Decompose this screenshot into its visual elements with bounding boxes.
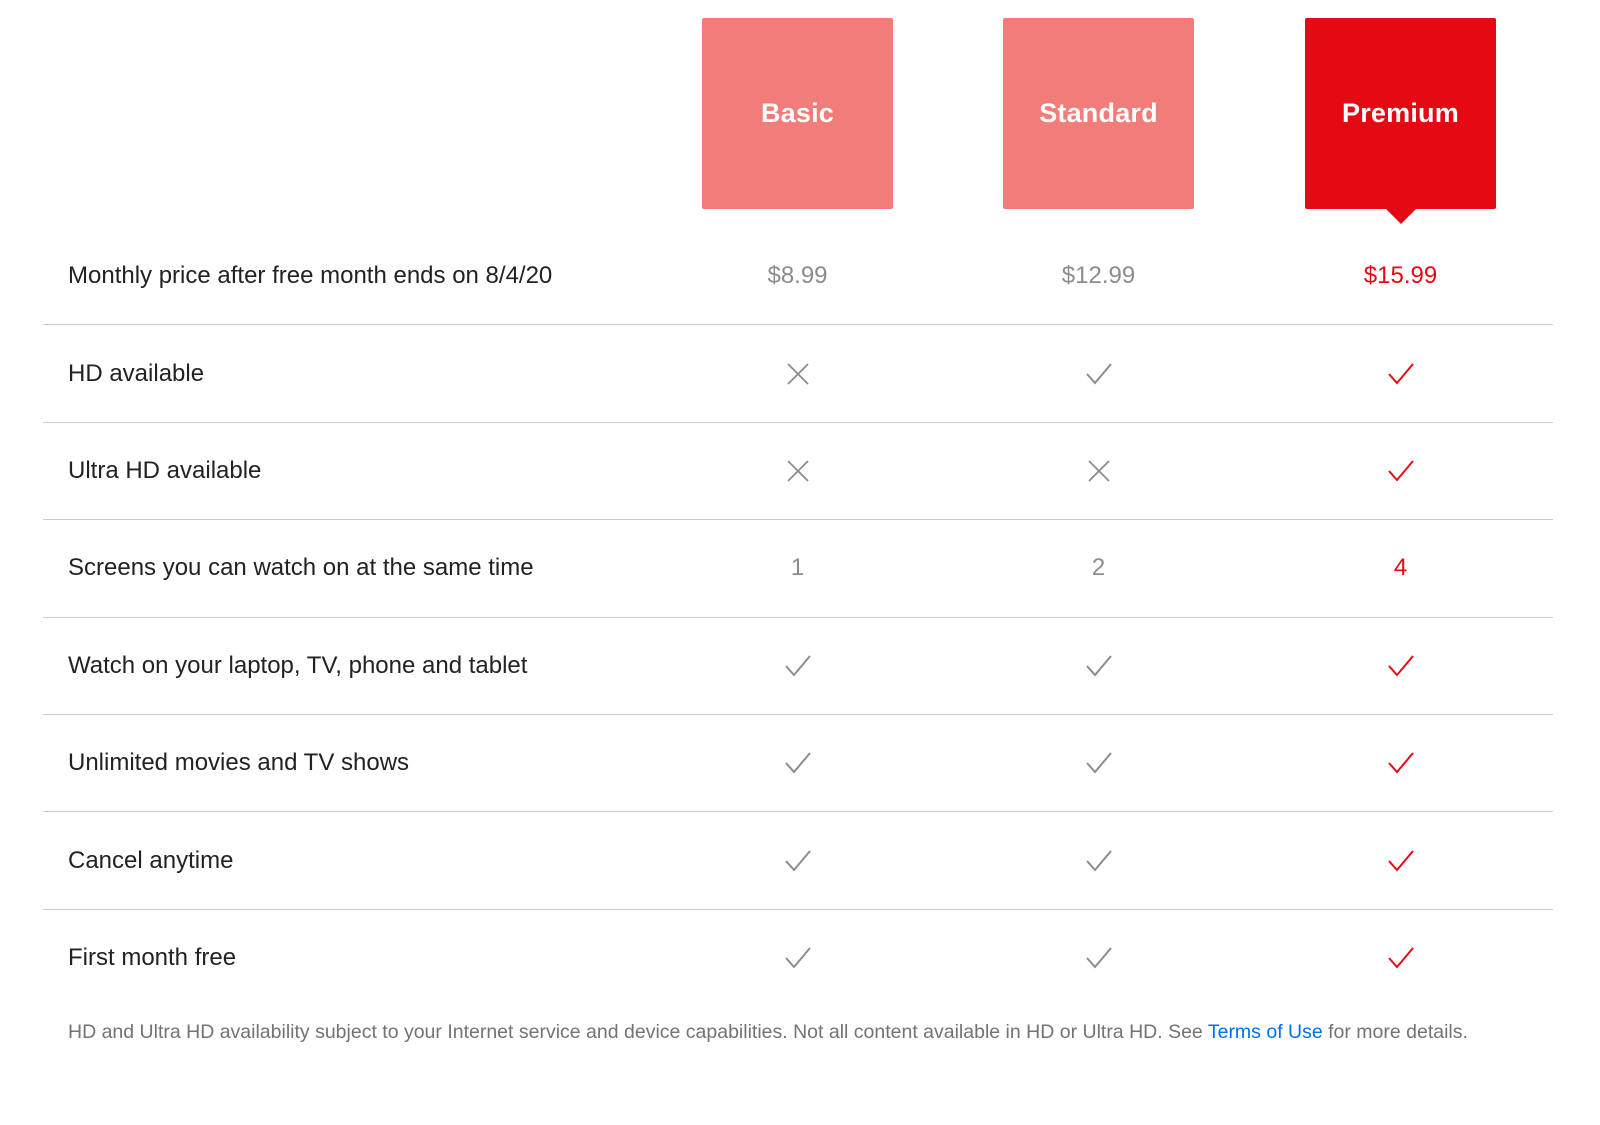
feature-row: HD available xyxy=(43,325,1553,423)
x-icon xyxy=(785,458,811,484)
check-icon xyxy=(1084,944,1114,972)
plan-name: Premium xyxy=(1342,98,1459,128)
plan-feature-cell xyxy=(1305,354,1496,394)
feature-row: Unlimited movies and TV shows xyxy=(43,715,1553,813)
plan-feature-cell xyxy=(702,646,893,686)
plan-value: $12.99 xyxy=(1061,262,1136,290)
check-icon xyxy=(1084,749,1114,777)
plan-name: Basic xyxy=(760,98,835,128)
plan-feature-cell xyxy=(1003,646,1194,686)
plan-value: 4 xyxy=(1393,554,1408,582)
x-icon xyxy=(785,361,811,387)
feature-label: Watch on your laptop, TV, phone and tabl… xyxy=(68,651,528,679)
feature-row: Cancel anytime xyxy=(43,812,1553,910)
check-icon xyxy=(783,944,813,972)
plan-feature-cell xyxy=(702,354,893,394)
feature-table: Monthly price after free month ends on 8… xyxy=(43,228,1553,1007)
plan-feature-cell xyxy=(1305,646,1496,686)
plan-card-premium[interactable]: Premium xyxy=(1305,18,1496,224)
check-icon xyxy=(1386,652,1416,680)
plan-feature-cell xyxy=(1305,938,1496,978)
plan-feature-cell xyxy=(702,451,893,491)
check-icon xyxy=(1084,847,1114,875)
plan-feature-cell xyxy=(1003,938,1194,978)
plan-feature-cell xyxy=(1305,743,1496,783)
check-icon xyxy=(1084,360,1114,388)
feature-row: Screens you can watch on at the same tim… xyxy=(43,520,1553,618)
plan-value: $15.99 xyxy=(1363,262,1438,290)
plan-feature-cell xyxy=(702,841,893,881)
plan-name: Standard xyxy=(1039,98,1158,128)
plan-feature-cell xyxy=(1305,841,1496,881)
plan-card-standard[interactable]: Standard xyxy=(1003,18,1194,209)
feature-row: Watch on your laptop, TV, phone and tabl… xyxy=(43,618,1553,715)
check-icon xyxy=(1386,847,1416,875)
feature-row: Ultra HD available xyxy=(43,423,1553,521)
footnote-text: HD and Ultra HD availability subject to … xyxy=(68,1021,1208,1043)
plan-value: $8.99 xyxy=(767,262,828,290)
plan-feature-cell xyxy=(702,743,893,783)
plan-feature-cell xyxy=(1305,451,1496,491)
x-icon xyxy=(1086,458,1112,484)
plan-value: 1 xyxy=(790,554,805,582)
feature-row: First month free xyxy=(43,910,1553,1007)
footnote: HD and Ultra HD availability subject to … xyxy=(68,1020,1528,1044)
plan-value: 2 xyxy=(1091,554,1106,582)
plan-feature-cell xyxy=(1003,354,1194,394)
check-icon xyxy=(783,847,813,875)
feature-label: Cancel anytime xyxy=(68,846,234,874)
plan-feature-cell xyxy=(1003,451,1194,491)
feature-label: Ultra HD available xyxy=(68,456,262,484)
check-icon xyxy=(783,749,813,777)
check-icon xyxy=(1386,457,1416,485)
check-icon xyxy=(783,652,813,680)
plan-card-basic[interactable]: Basic xyxy=(702,18,893,209)
feature-label: First month free xyxy=(68,944,237,972)
plan-feature-cell xyxy=(1003,743,1194,783)
plan-feature-cell xyxy=(702,938,893,978)
feature-label: Unlimited movies and TV shows xyxy=(68,749,410,777)
feature-row: Monthly price after free month ends on 8… xyxy=(43,228,1553,326)
plan-feature-cell xyxy=(1003,841,1194,881)
feature-label: HD available xyxy=(68,359,205,387)
check-icon xyxy=(1386,360,1416,388)
terms-of-use-link[interactable]: Terms of Use xyxy=(1208,1021,1323,1043)
feature-label: Monthly price after free month ends on 8… xyxy=(68,262,553,290)
footnote-text-end: for more details. xyxy=(1322,1021,1468,1043)
check-icon xyxy=(1084,652,1114,680)
check-icon xyxy=(1386,944,1416,972)
plan-comparison-page: Basic Standard Premium Monthly price aft… xyxy=(0,0,1600,1125)
check-icon xyxy=(1386,749,1416,777)
feature-label: Screens you can watch on at the same tim… xyxy=(68,554,534,582)
